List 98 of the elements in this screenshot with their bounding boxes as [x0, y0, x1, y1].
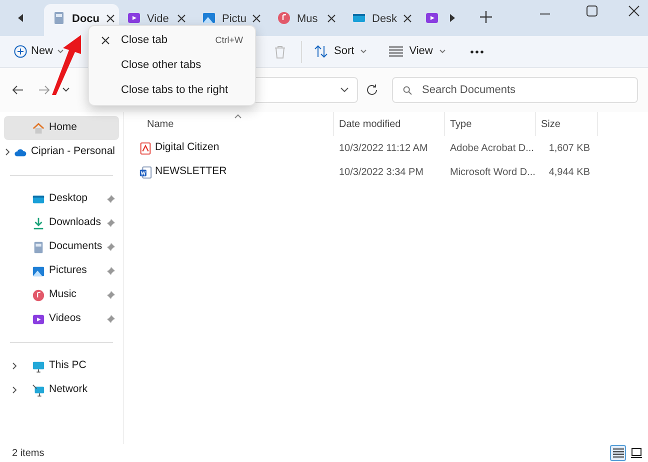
menu-item-label: Close tabs to the right	[121, 83, 230, 98]
home-icon	[32, 122, 45, 134]
close-icon	[101, 36, 110, 45]
date-cell: 10/3/2022 3:34 PM	[339, 166, 424, 178]
maximize-icon[interactable]	[586, 5, 598, 17]
forward-icon[interactable]	[38, 84, 50, 96]
caret-icon	[438, 49, 446, 54]
word-file-icon	[139, 166, 152, 178]
sidebar-item[interactable]: Videos	[4, 307, 119, 331]
caret-icon	[57, 49, 64, 54]
music-icon	[277, 11, 291, 25]
document-icon	[32, 240, 45, 254]
tab[interactable]: Mus	[269, 4, 344, 36]
close-tab-icon[interactable]	[403, 14, 412, 23]
column-header[interactable]: Type	[450, 116, 472, 132]
sidebar-item-label: Videos	[49, 311, 82, 326]
download-icon	[32, 216, 45, 230]
tab-label: Desk	[372, 12, 398, 27]
music-icon	[32, 288, 45, 302]
search-input[interactable]: Search Documents	[422, 82, 637, 98]
back-icon[interactable]	[12, 84, 24, 96]
chevron-down-icon[interactable]	[62, 87, 70, 93]
picture-icon	[202, 11, 216, 25]
search-field[interactable]: Search Documents	[392, 77, 638, 103]
sort-button[interactable]: Sort	[310, 40, 372, 64]
tab-label: Pictu	[222, 12, 246, 27]
sidebar-item-label: Music	[49, 287, 78, 302]
file-name: NEWSLETTER	[155, 164, 227, 180]
sidebar-item[interactable]: Desktop	[4, 187, 119, 211]
sidebar-item-label: This PC	[49, 358, 88, 374]
plus-icon	[14, 45, 27, 58]
menu-item-label: Close other tabs	[121, 58, 202, 74]
chevron-right-icon[interactable]	[5, 148, 10, 156]
sidebar-item-label: Downloads	[49, 215, 102, 230]
sidebar-item[interactable]: This PC	[4, 354, 119, 378]
file-row[interactable]: NEWSLETTER 10/3/2022 3:34 PM Microsoft Word D... 4,944 KB	[124, 160, 648, 184]
chevron-right-icon[interactable]	[12, 386, 16, 394]
list-view-icon	[389, 46, 404, 57]
menu-item-label: Close tab	[121, 33, 168, 48]
desktop-icon	[352, 11, 366, 25]
column-header[interactable]: Date modified	[339, 116, 401, 132]
sidebar-item[interactable]: Documents	[4, 235, 119, 259]
status-text: 2 items	[12, 446, 44, 460]
view-button[interactable]: View	[385, 40, 450, 64]
caret-icon	[360, 49, 368, 54]
picture-icon	[32, 264, 45, 278]
close-tab-icon[interactable]	[106, 14, 114, 23]
tab-label: Vide	[147, 12, 170, 27]
file-name: Digital Citizen	[155, 140, 220, 156]
sidebar-item[interactable]: Home	[4, 116, 119, 140]
sidebar-item-label: Network	[49, 382, 89, 398]
sidebar-item-label: Home	[49, 120, 78, 136]
sidebar-item[interactable]: Music	[4, 283, 119, 307]
column-header[interactable]: Name	[147, 116, 174, 132]
sidebar-item-label: Pictures	[49, 263, 88, 278]
tab-label: Mus	[297, 12, 319, 27]
more-icon[interactable]	[470, 50, 484, 54]
menu-item[interactable]: Close other tabs	[89, 53, 255, 78]
sort-caret-icon	[234, 114, 242, 119]
close-tab-icon[interactable]	[327, 14, 336, 23]
chevron-down-icon[interactable]	[340, 87, 349, 93]
monitor-icon	[32, 360, 45, 372]
new-button[interactable]: New	[12, 40, 66, 64]
network-icon	[32, 384, 45, 396]
tab[interactable]: Desk	[344, 4, 419, 36]
file-row[interactable]: Digital Citizen 10/3/2022 11:12 AM Adobe Acrobat D... 1,607 KB	[124, 136, 648, 160]
sidebar-item-label: Documents	[49, 239, 104, 254]
annotation-arrow	[51, 34, 83, 96]
sort-icon	[314, 45, 328, 58]
chevron-right-icon[interactable]	[12, 362, 16, 370]
sidebar-item[interactable]: Downloads	[4, 211, 119, 235]
sidebar-item[interactable]: Ciprian - Personal	[4, 140, 119, 164]
video-icon	[425, 11, 439, 25]
video-icon	[127, 11, 141, 25]
size-cell: 4,944 KB	[548, 166, 590, 178]
tab-label: Docu	[72, 12, 100, 27]
tiles-view-button[interactable]	[628, 445, 644, 461]
sidebar-item[interactable]: Pictures	[4, 259, 119, 283]
sidebar-item[interactable]: Network	[4, 378, 119, 402]
document-icon	[52, 11, 66, 25]
close-icon[interactable]	[628, 5, 640, 17]
type-cell: Microsoft Word D...	[450, 166, 536, 178]
type-cell: Adobe Acrobat D...	[450, 142, 534, 154]
menu-item[interactable]: Close tabs to the right	[89, 78, 255, 103]
search-icon	[403, 86, 412, 94]
size-cell: 1,607 KB	[548, 142, 590, 154]
close-tab-icon[interactable]	[177, 14, 186, 23]
shortcut-text: Ctrl+W	[215, 34, 243, 47]
column-header[interactable]: Size	[541, 116, 560, 132]
new-tab-icon[interactable]	[479, 10, 493, 24]
close-tab-icon[interactable]	[252, 14, 262, 23]
sidebar-item-label: Ciprian - Personal	[30, 144, 115, 160]
date-cell: 10/3/2022 11:12 AM	[339, 142, 428, 154]
sidebar-item-label: Desktop	[49, 191, 89, 206]
video-icon	[32, 312, 45, 326]
pdf-file-icon	[139, 142, 152, 154]
details-view-button[interactable]	[610, 445, 626, 461]
refresh-icon[interactable]	[366, 84, 378, 96]
